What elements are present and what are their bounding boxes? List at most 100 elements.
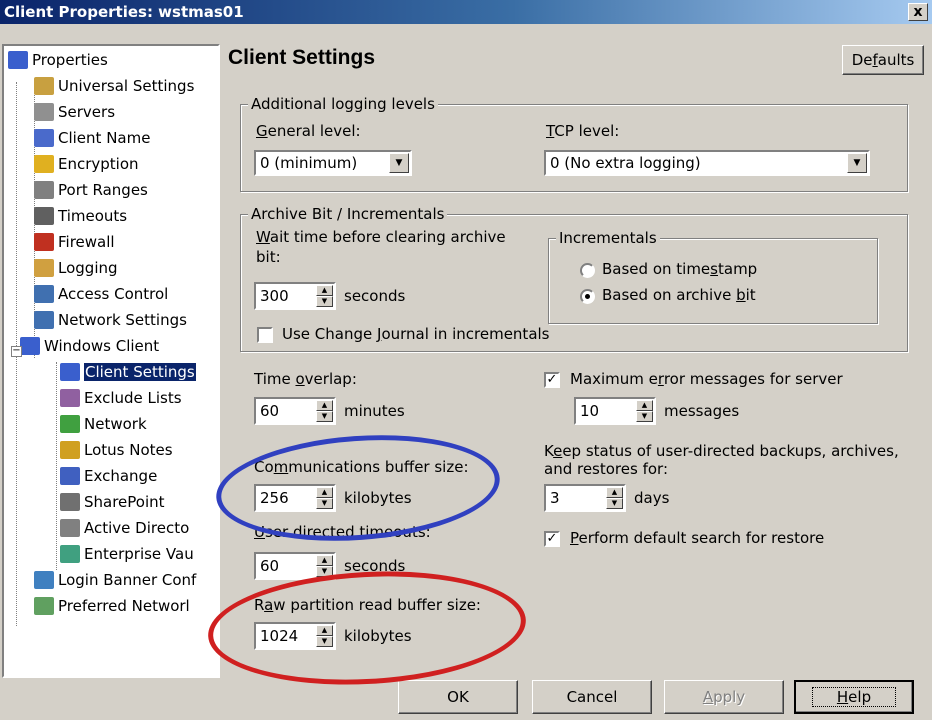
collapse-windows-client-icon[interactable]: − [11,346,22,357]
max-errors-checkbox[interactable]: ✓ [544,372,560,388]
wait-time-unit: seconds [344,287,406,305]
tree-node-icon [34,571,54,589]
spin-down-icon[interactable]: ▼ [316,566,333,577]
tree-item-windows-client[interactable]: Windows Client [20,334,159,358]
radio-archive-bit[interactable] [580,289,595,304]
keep-status-label-2: and restores for: [544,460,668,478]
max-errors-label[interactable]: Maximum error messages for server [570,370,843,389]
tree-node-icon [8,51,28,69]
tree-item-universal-settings[interactable]: Universal Settings [34,74,194,98]
keep-status-label: Keep status of user-directed backups, ar… [544,442,899,460]
tree-item-label: Network Settings [58,311,187,329]
tree-item-enterprise-vau[interactable]: Enterprise Vau [60,542,194,566]
comm-buffer-stepper[interactable]: 256 ▲ ▼ [254,484,336,512]
spin-up-icon[interactable]: ▲ [316,400,333,411]
spin-up-icon[interactable]: ▲ [606,487,623,498]
tree-node-icon [34,129,54,147]
tree-item-active-directo[interactable]: Active Directo [60,516,189,540]
chevron-down-icon[interactable]: ▼ [847,153,867,173]
keep-status-stepper[interactable]: 3 ▲ ▼ [544,484,626,512]
tree-item-label: Logging [58,259,118,277]
tree-item-servers[interactable]: Servers [34,100,115,124]
tree-item-network-settings[interactable]: Network Settings [34,308,187,332]
tree-item-timeouts[interactable]: Timeouts [34,204,127,228]
ok-button[interactable]: OK [398,680,518,714]
tcp-level-select[interactable]: 0 (No extra logging) ▼ [544,150,870,176]
tree-item-label: Active Directo [84,519,190,537]
tree-item-logging[interactable]: Logging [34,256,118,280]
tree-item-client-name[interactable]: Client Name [34,126,150,150]
tree-item-client-settings[interactable]: Client Settings [60,360,196,384]
spin-down-icon[interactable]: ▼ [606,498,623,509]
spin-up-icon[interactable]: ▲ [316,487,333,498]
tree-item-label: Encryption [58,155,139,173]
comm-buffer-label: Communications buffer size: [254,458,469,476]
general-level-select[interactable]: 0 (minimum) ▼ [254,150,412,176]
spin-down-icon[interactable]: ▼ [316,498,333,509]
max-errors-unit: messages [664,402,740,420]
tree-item-access-control[interactable]: Access Control [34,282,168,306]
tree-item-properties[interactable]: Properties [8,48,108,72]
logging-group [240,104,908,192]
tree-node-icon [60,493,80,511]
tree-item-network[interactable]: Network [60,412,147,436]
wait-time-label-2: bit: [256,248,281,266]
tree-item-exchange[interactable]: Exchange [60,464,157,488]
spin-down-icon[interactable]: ▼ [316,296,333,307]
spin-down-icon[interactable]: ▼ [636,411,653,422]
tree-item-encryption[interactable]: Encryption [34,152,139,176]
spin-down-icon[interactable]: ▼ [316,636,333,647]
tree-item-port-ranges[interactable]: Port Ranges [34,178,148,202]
apply-button[interactable]: Apply [664,680,784,714]
wait-time-stepper[interactable]: 300 ▲ ▼ [254,282,336,310]
spin-up-icon[interactable]: ▲ [316,625,333,636]
user-timeouts-stepper[interactable]: 60 ▲ ▼ [254,552,336,580]
tree-item-login-banner-conf[interactable]: Login Banner Conf [34,568,196,592]
spin-up-icon[interactable]: ▲ [636,400,653,411]
tree-item-label: Timeouts [58,207,128,225]
logging-group-label: Additional logging levels [248,95,438,113]
tree-item-exclude-lists[interactable]: Exclude Lists [60,386,182,410]
defaults-button[interactable]: Defaults [842,45,924,75]
tree-item-label: Enterprise Vau [84,545,194,563]
change-journal-checkbox[interactable] [257,327,273,343]
tree-node-icon [60,389,80,407]
cancel-button[interactable]: Cancel [532,680,652,714]
radio-timestamp-label[interactable]: Based on timestamp [602,260,757,279]
user-timeouts-label: User directed timeouts: [254,523,431,541]
general-level-label: General level: [256,122,361,140]
max-errors-stepper[interactable]: 10 ▲ ▼ [574,397,656,425]
spin-up-icon[interactable]: ▲ [316,285,333,296]
time-overlap-stepper[interactable]: 60 ▲ ▼ [254,397,336,425]
raw-buffer-stepper[interactable]: 1024 ▲ ▼ [254,622,336,650]
tree-item-sharepoint[interactable]: SharePoint [60,490,165,514]
tree-item-label: Client Settings [84,363,196,381]
tree-item-label: Exclude Lists [84,389,182,407]
tree-item-label: Firewall [58,233,115,251]
chevron-down-icon[interactable]: ▼ [389,153,409,173]
tree-item-firewall[interactable]: Firewall [34,230,115,254]
keep-status-unit: days [634,489,670,507]
user-timeouts-unit: seconds [344,557,406,575]
tree-item-lotus-notes[interactable]: Lotus Notes [60,438,173,462]
tree-node-icon [60,545,80,563]
tree-item-label: Network [84,415,147,433]
radio-archive-bit-label[interactable]: Based on archive bit [602,286,756,305]
tree-node-icon [60,519,80,537]
client-properties-window: Client Properties: wstmas01 x Properties… [0,0,932,720]
tree-item-label: Client Name [58,129,151,147]
radio-timestamp[interactable] [580,263,595,278]
spin-down-icon[interactable]: ▼ [316,411,333,422]
default-search-checkbox[interactable]: ✓ [544,531,560,547]
tree-item-label: Windows Client [44,337,160,355]
tree-node-icon [34,181,54,199]
help-button[interactable]: Help [794,680,914,714]
tree-node-icon [34,285,54,303]
tree-item-label: Access Control [58,285,169,303]
change-journal-label[interactable]: Use Change Journal in incrementals [282,325,550,344]
spin-up-icon[interactable]: ▲ [316,555,333,566]
close-button[interactable]: x [908,3,928,21]
default-search-label[interactable]: Perform default search for restore [570,529,824,548]
tree-item-preferred-networl[interactable]: Preferred Networl [34,594,190,618]
settings-tree[interactable]: Properties Universal Settings Servers Clien… [2,44,220,678]
